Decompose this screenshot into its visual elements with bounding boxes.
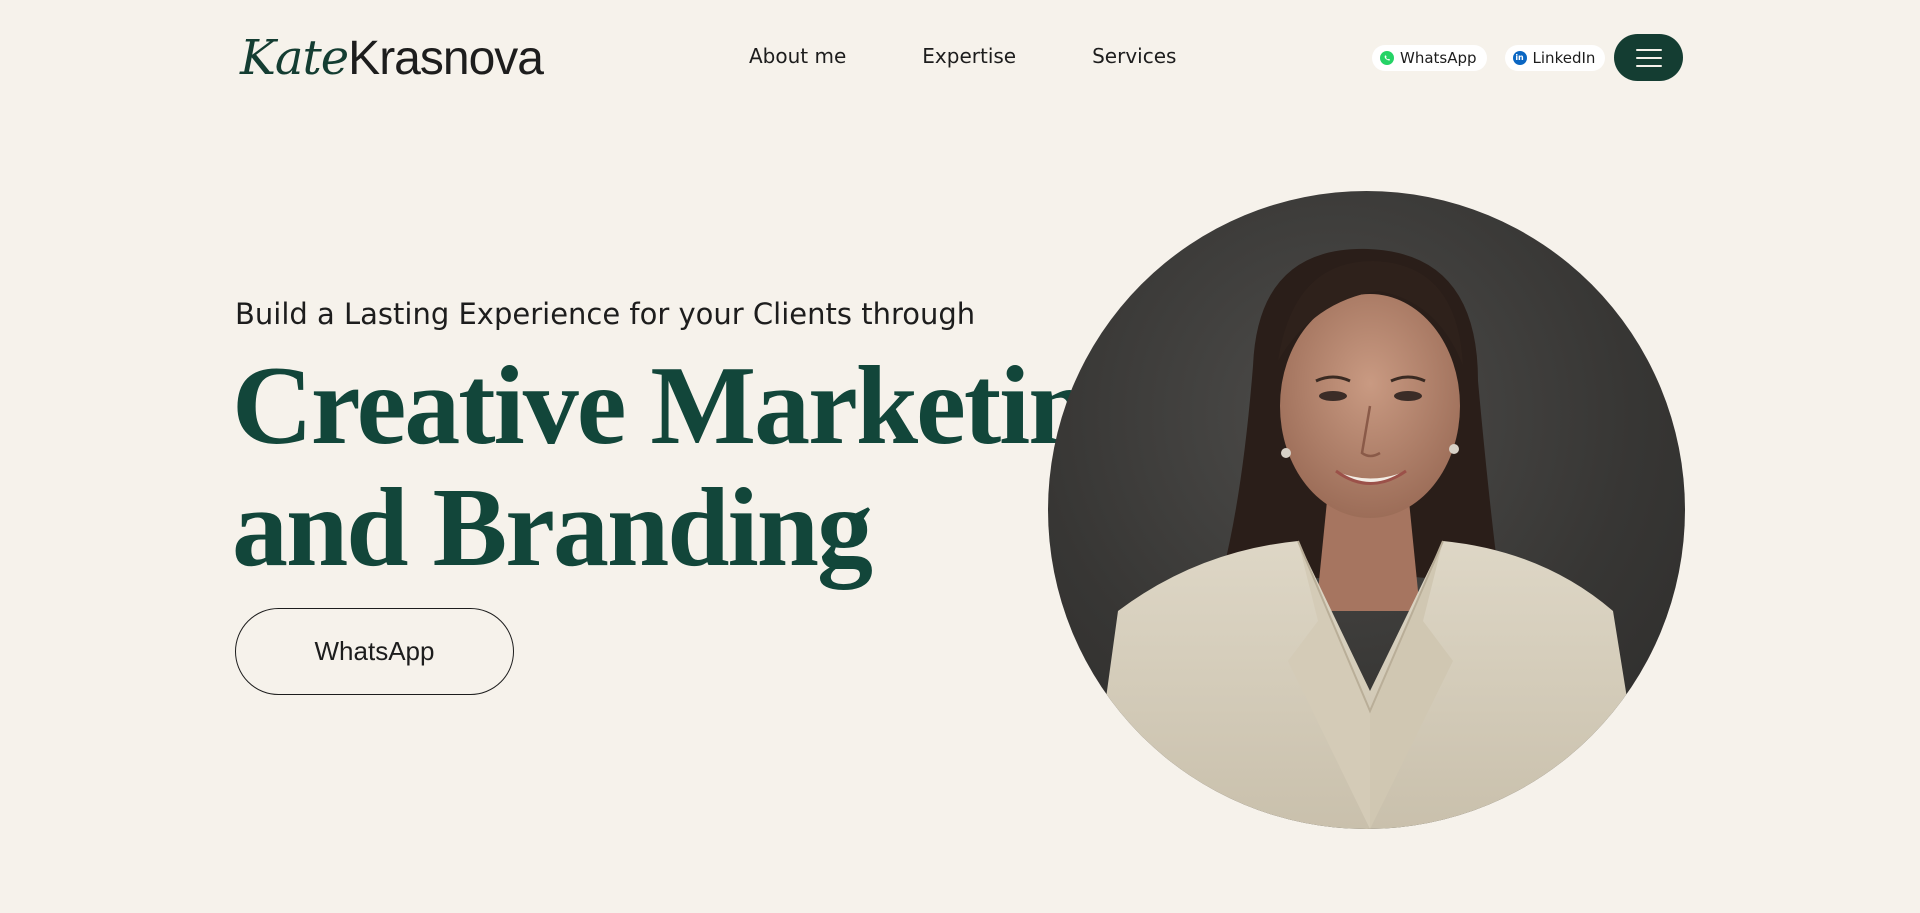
hero-headline-line-2: and Branding — [232, 466, 873, 590]
social-links: WhatsApp in LinkedIn — [1372, 45, 1606, 71]
hero-headline: Creative Marketing and Branding — [232, 344, 1145, 590]
menu-button[interactable] — [1614, 34, 1683, 81]
page: KateKrasnova About me Expertise Services… — [0, 0, 1920, 913]
whatsapp-cta-button[interactable]: WhatsApp — [235, 608, 514, 695]
hero-headline-line-1: Creative Marketing — [232, 344, 1145, 468]
linkedin-link[interactable]: in LinkedIn — [1504, 45, 1606, 71]
linkedin-link-label: LinkedIn — [1532, 49, 1596, 67]
nav-item-expertise[interactable]: Expertise — [922, 44, 1016, 68]
portrait-photo — [1048, 191, 1685, 829]
whatsapp-link-label: WhatsApp — [1400, 49, 1477, 67]
hero-subtitle: Build a Lasting Experience for your Clie… — [235, 297, 976, 331]
site-header: KateKrasnova About me Expertise Services… — [0, 0, 1920, 115]
logo-first-name: Kate — [240, 30, 349, 86]
main-nav: About me Expertise Services — [749, 44, 1176, 68]
hamburger-menu-icon — [1635, 48, 1662, 51]
linkedin-icon: in — [1512, 51, 1527, 65]
logo-last-name: Krasnova — [348, 32, 544, 85]
nav-item-services[interactable]: Services — [1092, 44, 1176, 68]
nav-item-about-me[interactable]: About me — [749, 44, 846, 68]
whatsapp-icon — [1380, 51, 1394, 65]
logo[interactable]: KateKrasnova — [240, 28, 544, 89]
whatsapp-link[interactable]: WhatsApp — [1372, 45, 1487, 71]
